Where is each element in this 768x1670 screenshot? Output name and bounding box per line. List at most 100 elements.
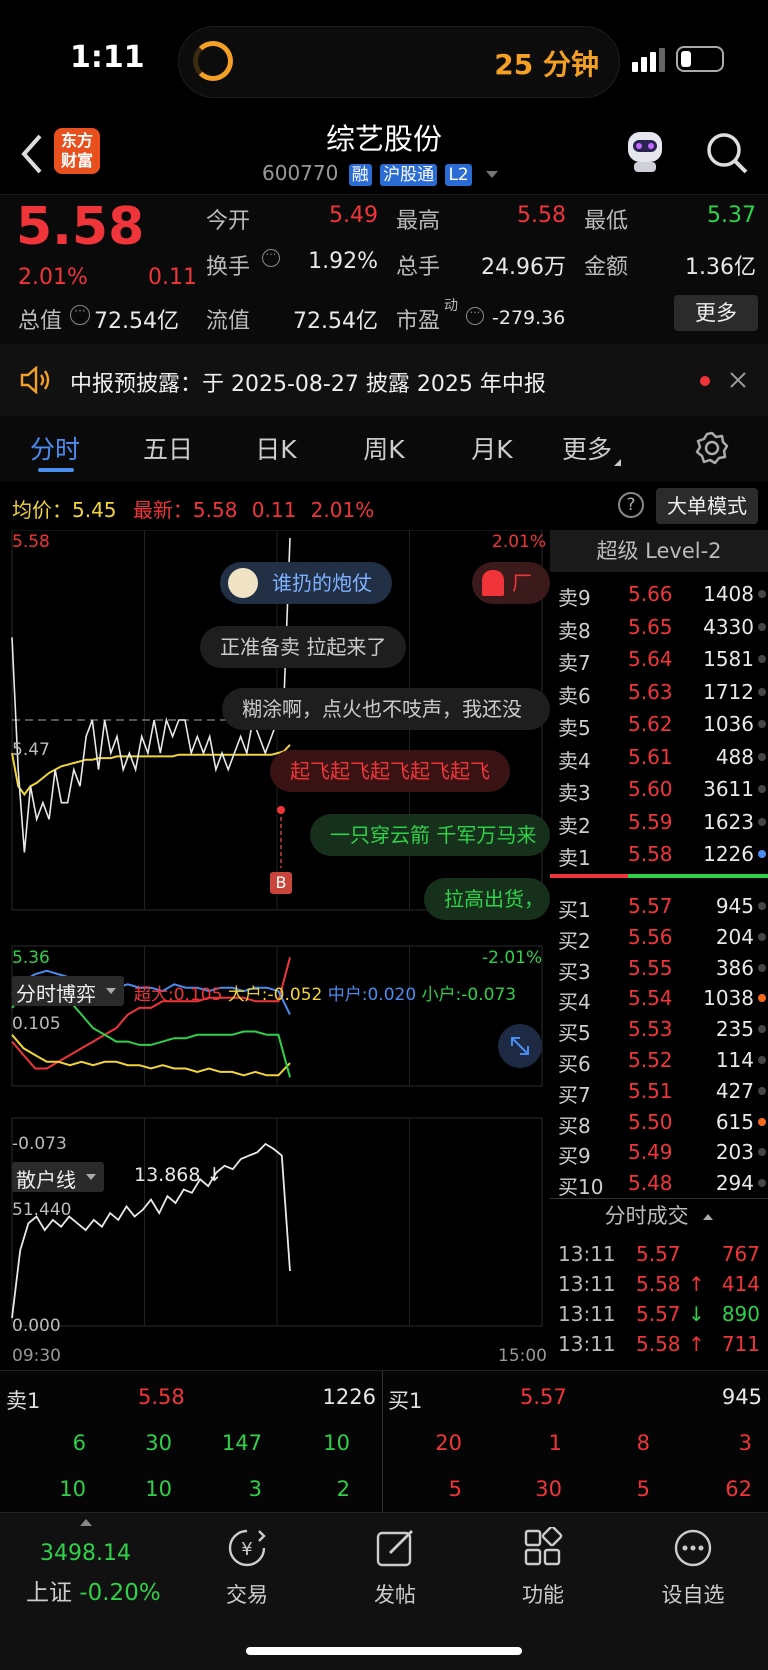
status-bar: 1:11 25 分钟 [0, 0, 768, 118]
ask-volume: 1226 [703, 842, 754, 866]
ask-row[interactable]: 卖3 5.60 3611 [550, 773, 768, 805]
bottom-nav: 3498.14 上证 -0.20% ¥ 交易 发帖 功能 设自选 [0, 1512, 768, 1670]
high-value: 5.58 [517, 203, 566, 228]
game-legend: 超大:0.105 大户:-0.052 中户:0.020 小户:-0.073 [134, 980, 516, 1005]
ask-row[interactable]: 卖8 5.65 4330 [550, 611, 768, 643]
bid-row[interactable]: 买8 5.50 615 [550, 1106, 768, 1138]
tab-5day[interactable]: 五日 [128, 430, 208, 466]
pe-value: -279.36 [492, 307, 566, 329]
trades-title: 分时成交 [604, 1204, 689, 1228]
stock-code-row[interactable]: 600770 融 沪股通 L2 [262, 160, 499, 188]
bid-row[interactable]: 买1 5.57 945 [550, 890, 768, 922]
ask-level: 卖8 [558, 618, 591, 643]
trade-price: 5.57 [636, 1302, 681, 1326]
trade-volume: 767 [721, 1242, 760, 1266]
search-button[interactable] [704, 130, 750, 176]
danmu-bubble[interactable]: 拉高出货， [424, 878, 550, 920]
info-dots-icon[interactable]: ··· [466, 307, 484, 325]
bid-price: 5.50 [628, 1109, 673, 1134]
game-panel-title: 分时博弈 [16, 982, 96, 1006]
latest-label: 最新： [132, 498, 193, 522]
expand-button[interactable] [498, 1024, 542, 1068]
nav-functions[interactable]: 功能 [488, 1513, 598, 1623]
danmu-bubble[interactable]: 糊涂啊，点火也不吱声，我还没 [222, 688, 550, 730]
danmu-bubble[interactable]: 正准备卖 拉起来了 [200, 626, 407, 668]
bid-row[interactable]: 买10 5.48 294 [550, 1167, 768, 1199]
order-dot [758, 963, 766, 972]
bid-level: 买4 [558, 990, 591, 1015]
tag-l2: L2 [445, 164, 472, 186]
ask-row[interactable]: 卖1 5.58 1226 [550, 838, 768, 870]
bid-row[interactable]: 买6 5.52 114 [550, 1044, 768, 1076]
bid-row[interactable]: 买3 5.55 386 [550, 952, 768, 984]
ask-level: 卖9 [558, 586, 591, 610]
help-icon[interactable]: ? [618, 492, 644, 518]
info-dots-icon[interactable]: ··· [70, 305, 90, 325]
ask-row[interactable]: 卖5 5.62 1036 [550, 708, 768, 740]
bid-row[interactable]: 买9 5.49 203 [550, 1136, 768, 1168]
nav-post[interactable]: 发帖 [340, 1513, 450, 1623]
tab-weekly-k[interactable]: 周K [344, 430, 424, 466]
bid-row[interactable]: 买7 5.51 427 [550, 1075, 768, 1107]
danmu-bubble[interactable]: 谁扔的炮仗 [220, 562, 392, 604]
order-dot [758, 752, 766, 761]
bid-row[interactable]: 买5 5.53 235 [550, 1013, 768, 1045]
notice-bar[interactable]: 中报预披露：于 2025-08-27 披露 2025 年中报 [0, 344, 768, 416]
danmu-bubble[interactable]: 厂 [472, 562, 550, 604]
tab-more[interactable]: 更多 [562, 430, 642, 466]
index-ticker[interactable]: 3498.14 上证 -0.20% [0, 1513, 190, 1623]
sell-queue-cell: 6 [72, 1431, 86, 1455]
notice-text: 中报预披露：于 2025-08-27 披露 2025 年中报 [70, 372, 546, 397]
buy-queue-cell: 3 [738, 1431, 752, 1455]
bid-row[interactable]: 买4 5.54 1038 [550, 982, 768, 1014]
bid-row[interactable]: 买2 5.56 204 [550, 921, 768, 953]
ask-row[interactable]: 卖4 5.61 488 [550, 741, 768, 773]
ask-volume: 3611 [703, 777, 754, 801]
nav-watchlist[interactable]: 设自选 [638, 1513, 748, 1623]
tab-monthly-k[interactable]: 月K [452, 430, 532, 466]
corner-triangle-icon [614, 459, 622, 466]
bid-level: 买8 [558, 1113, 591, 1138]
danmu-bubble[interactable]: 一只穿云箭 千军万马来 [310, 814, 550, 856]
trade-volume: 711 [721, 1332, 760, 1356]
tab-intraday[interactable]: 分时 [20, 430, 90, 466]
buy-marker[interactable]: B [270, 872, 292, 894]
retail-panel-selector[interactable]: 散户线 [12, 1162, 104, 1192]
trades-title-row[interactable]: 分时成交 [550, 1200, 768, 1230]
stock-code: 600770 [262, 161, 339, 185]
float-value: 72.54亿 [293, 309, 378, 334]
big-order-mode-button[interactable]: 大单模式 [656, 488, 758, 524]
bid-price: 5.53 [628, 1017, 673, 1042]
bid-volume: 204 [715, 924, 754, 949]
more-button[interactable]: 更多 [674, 295, 758, 331]
ask-row[interactable]: 卖9 5.66 1408 [550, 578, 768, 610]
dropdown-caret-icon [86, 1174, 96, 1180]
bid-volume: 427 [715, 1078, 754, 1103]
open-value: 5.49 [329, 203, 378, 228]
pct-top: 2.01% [492, 532, 547, 552]
trade-time: 13:11 [558, 1332, 616, 1356]
ask-row[interactable]: 卖7 5.64 1581 [550, 643, 768, 675]
level2-orderbook[interactable]: 超级 Level-2 卖9 5.66 1408 卖8 5.65 4330 卖7 5.64 158… [550, 530, 768, 1360]
nav-trade[interactable]: ¥ 交易 [192, 1513, 302, 1623]
signal-icon [632, 48, 666, 72]
index-value: 3498.14 [40, 1541, 131, 1566]
danmu-bubble[interactable]: 起飞起飞起飞起飞起飞 [270, 750, 510, 792]
ask-price: 5.58 [628, 842, 673, 866]
bid-level: 买7 [558, 1082, 591, 1107]
info-dots-icon[interactable]: ··· [262, 249, 280, 267]
pct-bottom: -2.01% [482, 948, 543, 968]
ask-row[interactable]: 卖2 5.59 1623 [550, 806, 768, 838]
robot-assistant-icon[interactable] [622, 128, 668, 174]
bid-price: 5.51 [628, 1078, 673, 1103]
ask-level: 卖3 [558, 781, 591, 805]
close-icon[interactable] [728, 370, 748, 390]
bid-ratio-bar [628, 874, 768, 878]
settings-gear-icon[interactable] [694, 430, 730, 466]
ask-row[interactable]: 卖6 5.63 1712 [550, 676, 768, 708]
dropdown-caret-icon [106, 988, 116, 994]
expand-arrows-icon [511, 1037, 529, 1055]
buy-queue-cell: 62 [725, 1477, 752, 1501]
tab-daily-k[interactable]: 日K [236, 430, 316, 466]
game-panel-selector[interactable]: 分时博弈 [12, 976, 124, 1006]
